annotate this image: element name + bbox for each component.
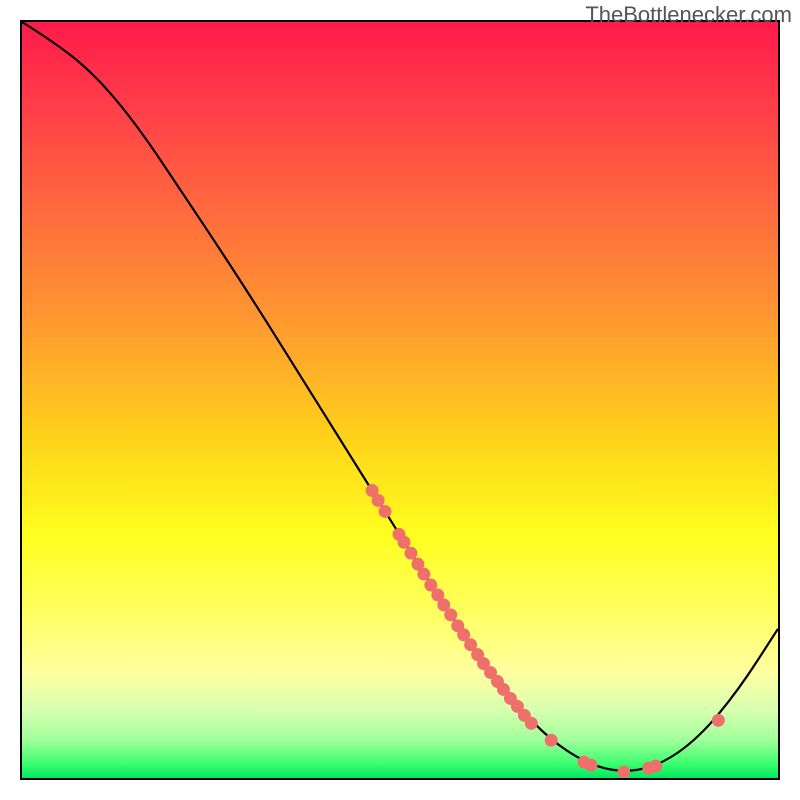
data-dot bbox=[585, 759, 598, 772]
data-dot bbox=[404, 547, 417, 560]
data-dot bbox=[398, 536, 411, 549]
data-dot bbox=[545, 734, 558, 747]
curve-layer bbox=[22, 22, 778, 778]
data-dot bbox=[617, 766, 630, 778]
data-dot bbox=[712, 714, 725, 727]
data-dot bbox=[525, 717, 538, 730]
data-dot bbox=[372, 494, 385, 507]
data-dot bbox=[649, 760, 662, 773]
data-dot bbox=[444, 608, 457, 621]
data-dot bbox=[379, 505, 392, 518]
bottleneck-curve bbox=[22, 22, 778, 771]
plot-frame bbox=[20, 20, 780, 780]
bottleneck-chart: TheBottlenecker.com bbox=[0, 0, 800, 800]
data-dot bbox=[417, 568, 430, 581]
attribution-text: TheBottlenecker.com bbox=[585, 2, 792, 28]
